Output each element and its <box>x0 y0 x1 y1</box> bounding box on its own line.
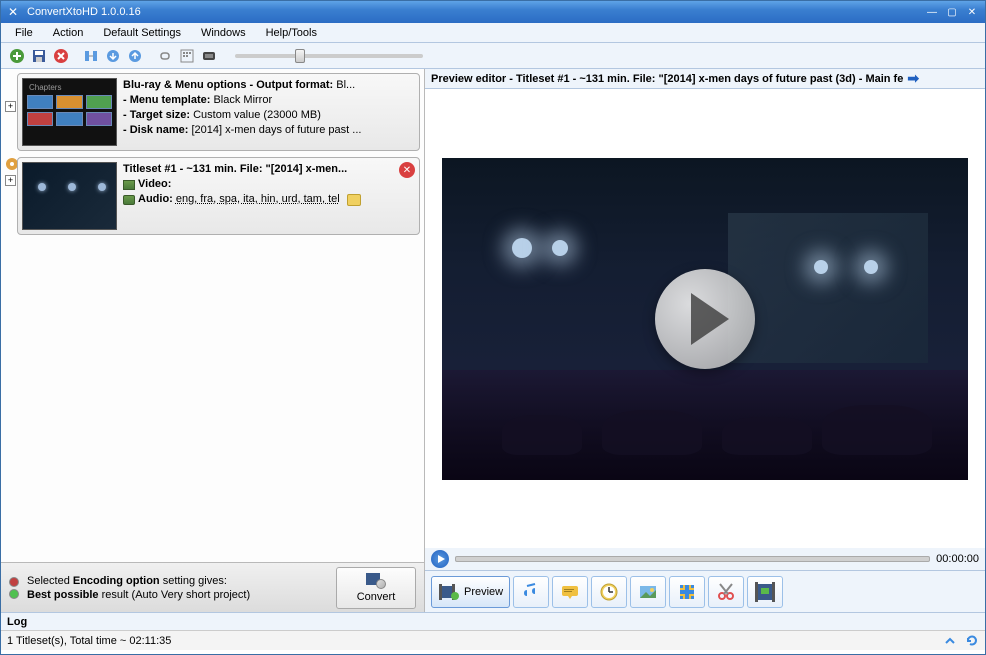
right-panel: Preview editor - Titleset #1 - ~131 min.… <box>425 69 985 612</box>
left-panel: + Chapters Blu-ray & Menu options - Outp… <box>1 69 425 612</box>
subtitles-tab-icon <box>559 581 581 603</box>
close-button[interactable]: ✕ <box>963 5 981 19</box>
tab-chapters[interactable] <box>591 576 627 608</box>
window-title: ConvertXtoHD 1.0.0.16 <box>27 6 923 18</box>
log-panel-header[interactable]: Log <box>1 612 985 630</box>
menu-bar: File Action Default Settings Windows Hel… <box>1 23 985 43</box>
menu-action[interactable]: Action <box>45 25 92 41</box>
tab-image-settings[interactable] <box>630 576 666 608</box>
minimize-button[interactable]: — <box>923 5 941 19</box>
move-down-button[interactable] <box>103 46 123 66</box>
expand-toggle-1[interactable]: + <box>5 101 16 112</box>
quality-indicator-icon <box>9 577 19 599</box>
display-mode-button[interactable] <box>199 46 219 66</box>
menu-default-settings[interactable]: Default Settings <box>95 25 189 41</box>
menu-template-thumbnail: Chapters <box>22 78 117 146</box>
chapters-tab-icon <box>598 581 620 603</box>
seek-bar[interactable] <box>455 556 930 562</box>
preview-viewport <box>425 89 985 548</box>
bluray-options-card[interactable]: Chapters Blu-ray & Menu options - Output… <box>17 73 420 151</box>
zoom-slider[interactable] <box>229 54 429 58</box>
encoding-status-bar: Selected Encoding option setting gives: … <box>1 562 424 612</box>
status-up-icon[interactable] <box>943 634 957 648</box>
tab-cut[interactable] <box>708 576 744 608</box>
remove-titleset-button[interactable]: ✕ <box>399 162 415 178</box>
save-button[interactable] <box>29 46 49 66</box>
title-bar: ✕ ConvertXtoHD 1.0.0.16 — ▢ ✕ <box>1 1 985 23</box>
menu-file[interactable]: File <box>7 25 41 41</box>
tab-watermark[interactable] <box>747 576 783 608</box>
status-text: 1 Titleset(s), Total time ~ 02:11:35 <box>7 635 171 647</box>
audio-warning-icon <box>347 194 361 206</box>
output-tab-icon <box>676 581 698 603</box>
remove-button[interactable] <box>51 46 71 66</box>
merge-button[interactable] <box>81 46 101 66</box>
expand-toggle-2[interactable]: + <box>5 175 16 186</box>
convert-button[interactable]: Convert <box>336 567 416 609</box>
menu-help-tools[interactable]: Help/Tools <box>258 25 325 41</box>
project-tree: + Chapters Blu-ray & Menu options - Outp… <box>1 69 424 562</box>
watermark-tab-icon <box>754 581 776 603</box>
maximize-button[interactable]: ▢ <box>943 5 961 19</box>
audio-tab-icon <box>520 581 542 603</box>
tab-subtitles[interactable] <box>552 576 588 608</box>
play-overlay-button[interactable] <box>655 269 755 369</box>
status-bar: 1 Titleset(s), Total time ~ 02:11:35 <box>1 630 985 650</box>
cut-tab-icon <box>715 581 737 603</box>
tab-output[interactable] <box>669 576 705 608</box>
time-display: 00:00:00 <box>936 553 979 565</box>
toolbar <box>1 43 985 69</box>
next-arrow-icon[interactable]: ➡ <box>907 70 919 87</box>
audio-track-icon <box>123 195 135 205</box>
tab-audio[interactable] <box>513 576 549 608</box>
editor-tabs: Preview <box>425 570 985 612</box>
preview-header: Preview editor - Titleset #1 - ~131 min.… <box>425 69 985 89</box>
menu-windows[interactable]: Windows <box>193 25 254 41</box>
play-button[interactable] <box>431 550 449 568</box>
image-tab-icon <box>637 581 659 603</box>
status-refresh-icon[interactable] <box>965 634 979 648</box>
move-up-button[interactable] <box>125 46 145 66</box>
card2-title: Titleset #1 - ~131 min. File: "[2014] x-… <box>123 163 347 175</box>
tab-preview[interactable]: Preview <box>431 576 510 608</box>
link-button[interactable] <box>155 46 175 66</box>
convert-icon <box>366 573 386 589</box>
play-icon <box>691 293 729 345</box>
titleset-card[interactable]: Titleset #1 - ~131 min. File: "[2014] x-… <box>17 157 420 235</box>
video-thumbnail <box>22 162 117 230</box>
preview-tab-icon <box>438 581 460 603</box>
playback-controls: 00:00:00 <box>425 548 985 570</box>
video-track-icon <box>123 180 135 190</box>
app-logo-icon: ✕ <box>5 4 21 20</box>
card1-title: Blu-ray & Menu options - Output format: <box>123 79 336 91</box>
add-button[interactable] <box>7 46 27 66</box>
batch-button[interactable] <box>177 46 197 66</box>
